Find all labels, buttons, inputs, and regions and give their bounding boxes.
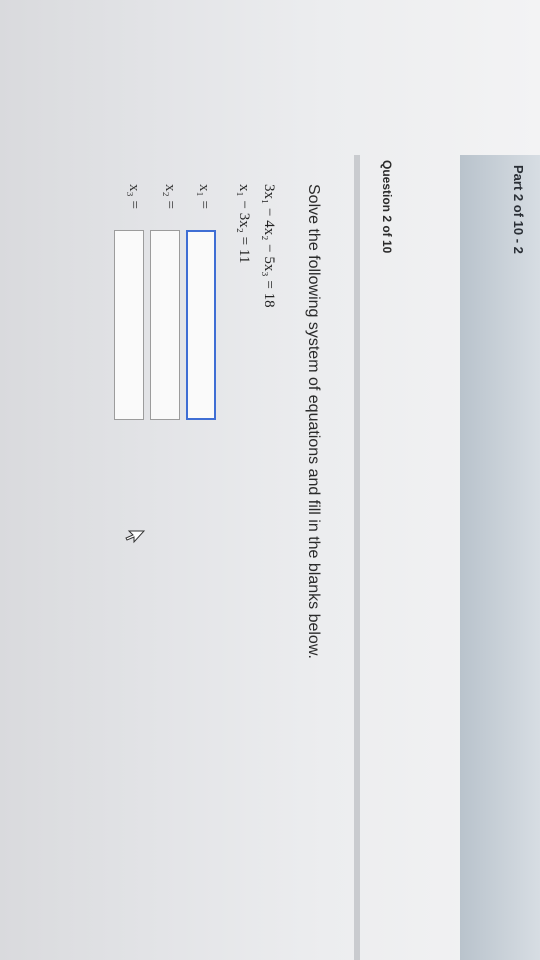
question-instruction: Solve the following system of equations … (305, 184, 322, 659)
x3-label: x₃ = (126, 184, 142, 209)
part-header-bar: Part 2 of 10 - 2 (460, 155, 540, 960)
part-title: Part 2 of 10 - 2 (511, 165, 526, 254)
question-label: Question 2 of 10 (380, 160, 394, 254)
x2-input[interactable] (150, 230, 180, 420)
equation-1: 3x₁ − 4x₂ − 5x₃ = 18 (261, 184, 277, 308)
x1-input[interactable] (186, 230, 216, 420)
equation-2: x₁ − 3x₂ = 11 (236, 184, 252, 264)
x2-label: x₂ = (162, 184, 178, 209)
divider (354, 155, 360, 960)
x1-label: x₁ = (196, 184, 212, 209)
x3-input[interactable] (114, 230, 144, 420)
page-canvas: Part 2 of 10 - 2 Question 2 of 10 Solve … (0, 0, 540, 960)
mouse-cursor-icon (125, 530, 145, 544)
